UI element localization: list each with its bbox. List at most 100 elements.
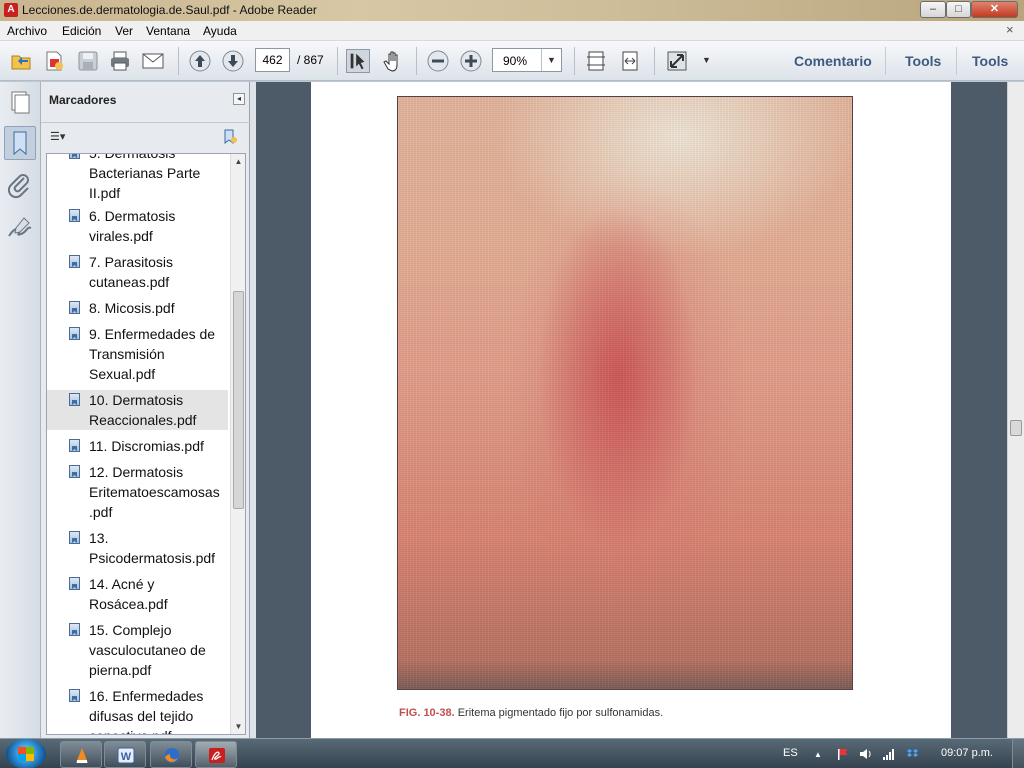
bookmark-icon: [69, 209, 80, 222]
select-cursor-icon[interactable]: [346, 49, 370, 73]
maximize-button[interactable]: □: [946, 1, 971, 18]
bookmark-item[interactable]: 12. Dermatosis Eritematoescamosas .pdf: [47, 462, 228, 522]
word-icon: W: [117, 747, 135, 764]
bookmark-icon: [69, 531, 80, 544]
bookmarks-panel: Marcadores ◂ ☰▾ 5. Dermatosis Bacteriana…: [41, 82, 250, 738]
firefox-icon: [164, 748, 180, 763]
collapse-panel-button[interactable]: ◂: [233, 93, 245, 105]
bookmark-icon: [69, 301, 80, 314]
signatures-panel-button[interactable]: [4, 212, 36, 246]
show-hidden-icons[interactable]: ▲: [814, 750, 822, 759]
volume-icon[interactable]: [859, 748, 872, 760]
bookmark-label: 12. Dermatosis Eritematoescamosas .pdf: [89, 464, 220, 520]
adobe-reader-icon: [209, 748, 225, 763]
vlc-icon: [76, 748, 88, 763]
hand-tool-icon[interactable]: [380, 49, 404, 73]
fit-width-icon[interactable]: [618, 49, 642, 73]
open-file-icon[interactable]: [9, 49, 33, 73]
bookmark-item[interactable]: 7. Parasitosis cutaneas.pdf: [47, 252, 228, 292]
zoom-out-icon[interactable]: [426, 49, 450, 73]
menu-ver[interactable]: Ver: [115, 24, 133, 38]
bookmarks-title: Marcadores: [49, 93, 117, 107]
bookmark-item-selected[interactable]: 10. Dermatosis Reaccionales.pdf: [47, 390, 228, 430]
bookmark-item[interactable]: 16. Enfermedades difusas del tejido cone…: [47, 686, 228, 734]
bookmark-item[interactable]: 15. Complejo vasculocutaneo de pierna.pd…: [47, 620, 228, 680]
bookmark-item[interactable]: 11. Discromias.pdf: [47, 436, 228, 456]
zoom-select[interactable]: 90% ▼: [492, 48, 562, 72]
bookmark-icon: [13, 131, 27, 156]
minimize-button[interactable]: –: [920, 1, 946, 18]
document-viewer[interactable]: FIG. 10-38. Eritema pigmentado fijo por …: [256, 82, 1007, 738]
window-title: Lecciones.de.dermatologia.de.Saul.pdf - …: [22, 3, 317, 17]
bookmark-label: 9. Enfermedades de Transmisión Sexual.pd…: [89, 326, 216, 382]
close-button[interactable]: ✕: [971, 1, 1018, 18]
menu-bar: Archivo Edición Ver Ventana Ayuda ×: [0, 21, 1024, 41]
tab-tools-2[interactable]: Tools: [972, 53, 1008, 69]
next-page-icon[interactable]: [221, 49, 245, 73]
bookmark-label: 6. Dermatosis virales.pdf: [89, 208, 176, 244]
taskbar-word[interactable]: W: [104, 741, 146, 768]
page-number-input[interactable]: 462: [255, 48, 290, 72]
scroll-down-icon[interactable]: ▼: [231, 719, 245, 734]
bookmarks-scrollbar[interactable]: ▲ ▼: [230, 154, 245, 734]
bookmark-icon: [69, 577, 80, 590]
language-indicator[interactable]: ES: [783, 747, 798, 759]
taskbar-adobe-reader[interactable]: [195, 741, 237, 768]
bookmark-icon: [69, 255, 80, 268]
create-pdf-icon[interactable]: [42, 49, 66, 73]
fit-page-icon[interactable]: [584, 49, 608, 73]
tab-tools[interactable]: Tools: [905, 53, 941, 69]
pages-icon: [11, 91, 30, 114]
bookmark-icon: [69, 393, 80, 406]
attachments-panel-button[interactable]: [4, 170, 36, 204]
document-scrollbar[interactable]: [1007, 82, 1024, 738]
taskbar-vlc[interactable]: [60, 741, 102, 768]
zoom-in-icon[interactable]: [459, 49, 483, 73]
chevron-down-icon[interactable]: ▼: [541, 49, 561, 71]
full-screen-icon[interactable]: [665, 49, 689, 73]
bookmarks-panel-button[interactable]: [4, 126, 36, 160]
page-total: / 867: [297, 53, 324, 67]
options-menu-button[interactable]: ☰▾: [50, 130, 65, 143]
close-document-icon[interactable]: ×: [1006, 22, 1014, 37]
figure-caption-text: Eritema pigmentado fijo por sulfonamidas…: [457, 707, 664, 719]
tab-comentario[interactable]: Comentario: [794, 53, 872, 69]
bookmark-item[interactable]: 8. Micosis.pdf: [47, 298, 228, 318]
scroll-up-icon[interactable]: ▲: [231, 154, 245, 169]
flag-icon[interactable]: [836, 748, 849, 760]
pages-panel-button[interactable]: [4, 86, 36, 120]
dropbox-icon[interactable]: [906, 748, 919, 760]
figure-caption: FIG. 10-38. Eritema pigmentado fijo por …: [399, 707, 663, 719]
save-icon[interactable]: [76, 49, 100, 73]
signature-icon: [8, 217, 32, 237]
email-icon[interactable]: [141, 49, 165, 73]
bookmark-item[interactable]: 9. Enfermedades de Transmisión Sexual.pd…: [47, 324, 228, 384]
bookmark-item[interactable]: 14. Acné y Rosácea.pdf: [47, 574, 228, 614]
clinical-photo: [397, 96, 853, 690]
menu-edicion[interactable]: Edición: [62, 24, 101, 38]
bookmark-item[interactable]: 6. Dermatosis virales.pdf: [47, 206, 228, 246]
bookmarks-toolbar: ☰▾: [41, 122, 250, 152]
bookmark-label: 13. Psicodermatosis.pdf: [89, 530, 216, 566]
bookmark-item[interactable]: 13. Psicodermatosis.pdf: [47, 528, 228, 568]
start-button[interactable]: [6, 739, 46, 768]
previous-page-icon[interactable]: [188, 49, 212, 73]
toolbar-more-icon[interactable]: ▼: [702, 55, 711, 65]
bookmark-label: 11. Discromias.pdf: [89, 438, 204, 454]
scrollbar-thumb[interactable]: [1010, 420, 1022, 436]
clock[interactable]: 09:07 p.m.: [941, 747, 993, 759]
menu-archivo[interactable]: Archivo: [7, 24, 47, 38]
menu-ventana[interactable]: Ventana: [146, 24, 190, 38]
figure-number: FIG. 10-38.: [399, 707, 455, 719]
show-desktop-button[interactable]: [1012, 739, 1024, 768]
print-icon[interactable]: [108, 49, 132, 73]
new-bookmark-icon[interactable]: [222, 129, 238, 145]
network-icon[interactable]: [882, 748, 895, 760]
bookmark-item[interactable]: 5. Dermatosis Bacterianas Parte II.pdf: [47, 154, 228, 201]
zoom-value: 90%: [503, 54, 528, 68]
svg-text:W: W: [121, 751, 132, 763]
taskbar-firefox[interactable]: [150, 741, 192, 768]
scrollbar-thumb[interactable]: [233, 291, 244, 509]
menu-ayuda[interactable]: Ayuda: [203, 24, 237, 38]
adobe-reader-icon: A: [4, 3, 18, 17]
